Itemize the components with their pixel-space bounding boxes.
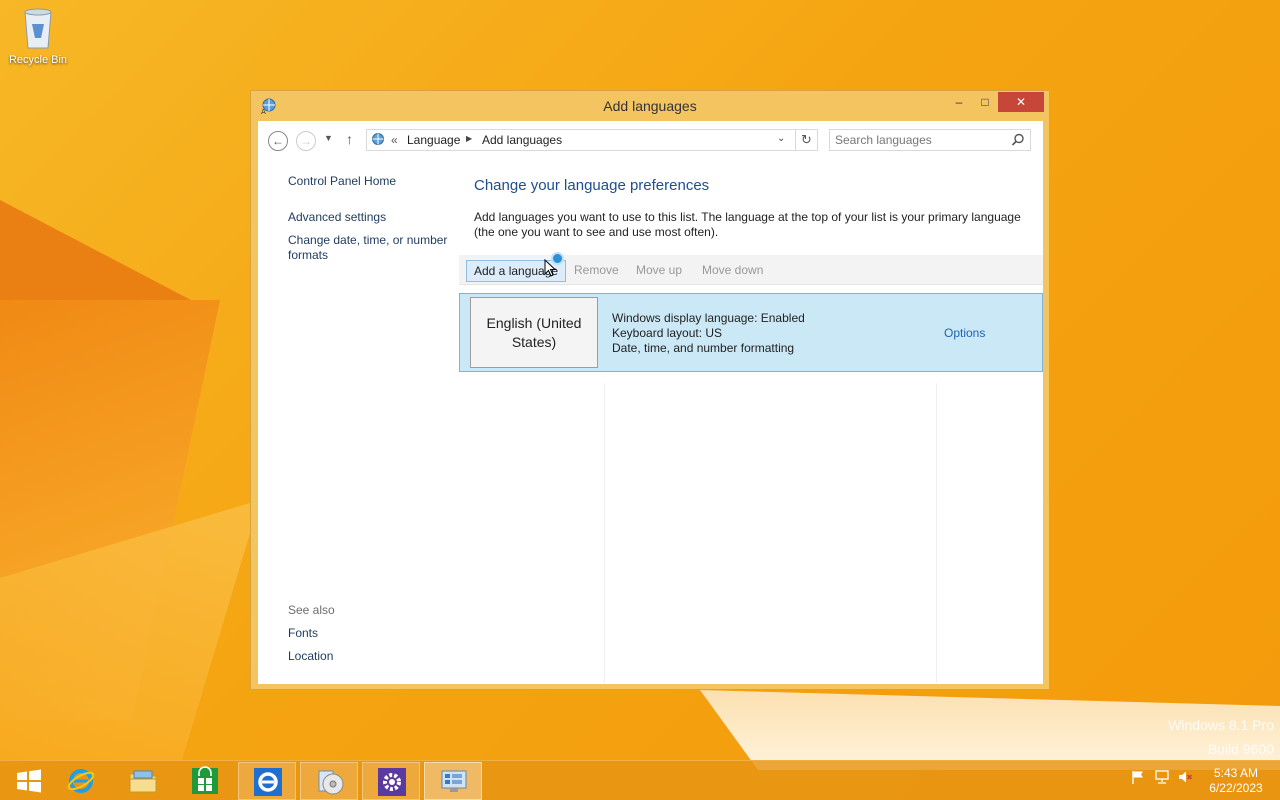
formatting-info: Date, time, and number formatting: [612, 341, 795, 355]
taskbar: 5:43 AM 6/22/2023: [0, 760, 1280, 800]
page-title: Change your language preferences: [474, 177, 710, 194]
language-options-link[interactable]: Options: [944, 326, 985, 340]
store-icon: [190, 766, 220, 796]
window-title: Add languages: [603, 98, 697, 114]
fonts-link[interactable]: Fonts: [288, 626, 318, 640]
disc-icon: [315, 767, 345, 797]
start-button[interactable]: [0, 762, 58, 800]
breadcrumb-language[interactable]: Language: [407, 133, 460, 147]
display-language-status: Windows display language: Enabled: [612, 311, 805, 325]
language-list-item[interactable]: English (United States) Windows display …: [459, 293, 1043, 372]
clock-time: 5:43 AM: [1213, 766, 1259, 780]
taskbar-pc-settings[interactable]: [362, 762, 420, 800]
window-content: ← → ▼ ↑ « Language ▶ Add languages ⌄ ↻ S…: [258, 121, 1043, 684]
windows-logo-icon: [14, 766, 44, 796]
change-date-formats-link[interactable]: Change date, time, or number formats: [288, 233, 453, 263]
network-icon[interactable]: [1154, 769, 1170, 785]
address-dropdown-icon[interactable]: ⌄: [777, 133, 785, 144]
taskbar-file-explorer[interactable]: [114, 762, 172, 800]
page-description: Add languages you want to use to this li…: [474, 210, 1021, 239]
address-bar[interactable]: « Language ▶ Add languages ⌄: [366, 129, 796, 151]
taskbar-store[interactable]: [176, 762, 234, 800]
refresh-button[interactable]: ↻: [796, 129, 818, 151]
internet-explorer-icon: [253, 767, 283, 797]
recycle-bin-icon: [21, 6, 55, 50]
search-placeholder: Search languages: [835, 133, 932, 147]
move-down-button[interactable]: Move down: [695, 260, 770, 282]
breadcrumb-overflow-icon[interactable]: «: [391, 133, 398, 147]
recent-locations-icon[interactable]: ▼: [324, 133, 333, 143]
remove-button[interactable]: Remove: [567, 260, 626, 282]
taskbar-internet-explorer-window[interactable]: [238, 762, 296, 800]
mouse-cursor-icon: [544, 258, 557, 277]
up-button[interactable]: ↑: [346, 131, 353, 147]
move-up-button[interactable]: Move up: [629, 260, 689, 282]
windows-edition-watermark: Windows 8.1 Pro: [1168, 717, 1274, 733]
control-panel-icon: [439, 767, 469, 797]
maximize-button[interactable]: □: [972, 92, 998, 112]
language-icon: [370, 132, 387, 148]
search-input[interactable]: Search languages: [829, 129, 1031, 151]
back-button[interactable]: ←: [268, 131, 288, 151]
column-divider: [936, 383, 937, 683]
language-details: Windows display language: Enabled Keyboa…: [612, 311, 805, 356]
folder-icon: [128, 766, 158, 796]
breadcrumb-arrow-icon[interactable]: ▶: [466, 134, 472, 143]
taskbar-internet-explorer[interactable]: [52, 762, 110, 800]
forward-button[interactable]: →: [296, 131, 316, 151]
minimize-button[interactable]: –: [946, 92, 972, 112]
close-button[interactable]: ✕: [998, 92, 1044, 112]
clock-date: 6/22/2023: [1209, 781, 1263, 795]
gear-icon: [377, 767, 407, 797]
recycle-bin-shortcut[interactable]: Recycle Bin: [6, 6, 70, 66]
search-icon[interactable]: [1011, 133, 1025, 147]
system-clock[interactable]: 5:43 AM 6/22/2023: [1200, 766, 1272, 796]
taskbar-disc-app[interactable]: [300, 762, 358, 800]
windows-build-watermark: Build 9600: [1207, 741, 1274, 757]
language-name-tile: English (United States): [470, 297, 598, 368]
location-link[interactable]: Location: [288, 649, 333, 663]
taskbar-control-panel[interactable]: [424, 762, 482, 800]
recycle-bin-label: Recycle Bin: [8, 54, 68, 66]
internet-explorer-icon: [66, 766, 96, 796]
advanced-settings-link[interactable]: Advanced settings: [288, 210, 386, 224]
breadcrumb-add-languages[interactable]: Add languages: [482, 133, 562, 147]
keyboard-layout: Keyboard layout: US: [612, 326, 723, 340]
see-also-heading: See also: [288, 603, 335, 617]
action-center-flag-icon[interactable]: [1130, 769, 1146, 785]
title-bar[interactable]: A Add languages – □ ✕: [251, 91, 1049, 121]
control-panel-home-link[interactable]: Control Panel Home: [288, 174, 396, 188]
column-divider: [604, 383, 605, 683]
volume-muted-icon[interactable]: [1177, 769, 1193, 785]
add-languages-window: A Add languages – □ ✕ ← → ▼ ↑ « Language…: [250, 90, 1050, 690]
